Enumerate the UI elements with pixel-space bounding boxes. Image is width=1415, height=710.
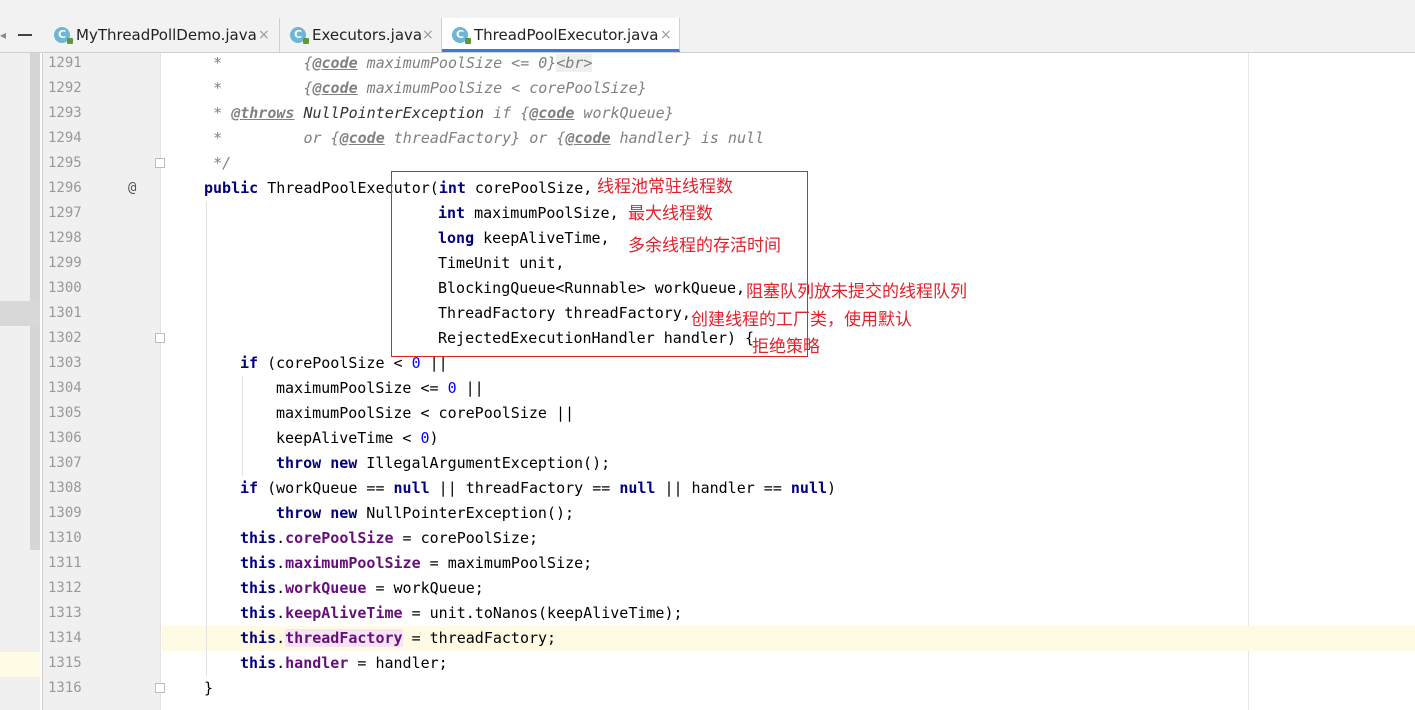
line-number: 1301 xyxy=(48,305,82,321)
annotation-work-queue: 阻塞队列放未提交的线程队列 xyxy=(746,282,967,302)
line-number: 1315 xyxy=(48,655,82,671)
java-class-icon: C xyxy=(452,27,471,44)
line-number: 1309 xyxy=(48,505,82,521)
annotation-core-pool-size: 线程池常驻线程数 xyxy=(597,177,733,197)
indent-guide xyxy=(206,201,207,676)
line-number: 1314 xyxy=(48,630,82,646)
code-line: * or {@code threadFactory} or {@code han… xyxy=(168,129,765,147)
tab-label: MyThreadPollDemo.java xyxy=(76,26,257,44)
line-number: 1300 xyxy=(48,280,82,296)
line-number: 1310 xyxy=(48,530,82,546)
code-line: this.handler = handler; xyxy=(240,654,448,672)
line-number: 1313 xyxy=(48,605,82,621)
line-number: 1295 xyxy=(48,155,82,171)
code-line: maximumPoolSize < corePoolSize || xyxy=(276,404,575,422)
code-line: this.maximumPoolSize = maximumPoolSize; xyxy=(240,554,593,572)
code-line: if (workQueue == null || threadFactory =… xyxy=(240,479,837,497)
line-number: 1296 xyxy=(48,180,82,196)
code-line: this.corePoolSize = corePoolSize; xyxy=(240,529,539,547)
line-number: 1291 xyxy=(48,55,82,71)
java-class-icon: C xyxy=(54,27,73,44)
line-number: 1302 xyxy=(48,330,82,346)
tab-executors[interactable]: C Executors.java × xyxy=(280,18,442,52)
line-number: 1308 xyxy=(48,480,82,496)
line-number: 1306 xyxy=(48,430,82,446)
java-class-icon: C xyxy=(290,27,309,44)
tab-threadpoolexecutor[interactable]: C ThreadPoolExecutor.java × xyxy=(442,18,680,52)
line-number: 1304 xyxy=(48,380,82,396)
line-number: 1294 xyxy=(48,130,82,146)
annotation-keep-alive: 多余线程的存活时间 xyxy=(628,236,781,256)
line-number: 1293 xyxy=(48,105,82,121)
left-strip-marker xyxy=(0,652,40,677)
tab-label: Executors.java xyxy=(312,26,423,44)
gutter-separator xyxy=(160,53,161,710)
line-number: 1311 xyxy=(48,555,82,571)
right-margin-guide xyxy=(1248,53,1249,710)
tab-label: ThreadPoolExecutor.java xyxy=(474,26,659,44)
code-line: this.workQueue = workQueue; xyxy=(240,579,484,597)
code-line: this.keepAliveTime = unit.toNanos(keepAl… xyxy=(240,604,683,622)
highlighted-identifier: threadFactory xyxy=(285,629,403,647)
close-icon[interactable]: × xyxy=(258,18,270,52)
fold-marker-icon[interactable] xyxy=(155,158,165,168)
code-line: throw new NullPointerException(); xyxy=(276,504,575,522)
line-number: 1307 xyxy=(48,455,82,471)
close-icon[interactable]: × xyxy=(422,18,434,52)
line-number: 1298 xyxy=(48,230,82,246)
code-line: maximumPoolSize <= 0 || xyxy=(276,379,484,397)
line-number: 1305 xyxy=(48,405,82,421)
left-strip-marker xyxy=(0,301,40,326)
close-icon[interactable]: × xyxy=(660,18,672,52)
code-line: * @throws NullPointerException if {@code… xyxy=(168,104,674,122)
indent-guide xyxy=(242,376,243,476)
line-number: 1299 xyxy=(48,255,82,271)
code-line: this.threadFactory = threadFactory; xyxy=(240,629,557,647)
minimize-icon[interactable] xyxy=(18,34,32,36)
code-line: * {@code maximumPoolSize <= 0}<br> xyxy=(168,54,593,72)
code-line: * {@code maximumPoolSize < corePoolSize} xyxy=(168,79,647,97)
line-number: 1303 xyxy=(48,355,82,371)
code-line: keepAliveTime < 0) xyxy=(276,429,439,447)
fold-marker-icon[interactable] xyxy=(155,333,165,343)
annotation-thread-factory: 创建线程的工厂类，使用默认 xyxy=(691,310,912,330)
tab-bar-controls: ◂ xyxy=(0,18,44,52)
scroll-left-icon[interactable]: ◂ xyxy=(0,28,6,42)
annotation-reject-handler: 拒绝策略 xyxy=(752,337,820,357)
line-number: 1316 xyxy=(48,680,82,696)
line-number: 1297 xyxy=(48,205,82,221)
code-line: */ xyxy=(168,154,232,172)
override-icon[interactable]: @ xyxy=(128,176,136,201)
annotation-max-pool-size: 最大线程数 xyxy=(628,204,713,224)
tab-mythreadpolldemo[interactable]: C MyThreadPollDemo.java × xyxy=(44,18,280,52)
line-number: 1312 xyxy=(48,580,82,596)
fold-marker-icon[interactable] xyxy=(155,683,165,693)
line-number: 1292 xyxy=(48,80,82,96)
code-line: } xyxy=(204,679,214,697)
code-line: throw new IllegalArgumentException(); xyxy=(276,454,611,472)
editor-tab-bar: ◂ C MyThreadPollDemo.java × C Executors.… xyxy=(0,0,1415,53)
